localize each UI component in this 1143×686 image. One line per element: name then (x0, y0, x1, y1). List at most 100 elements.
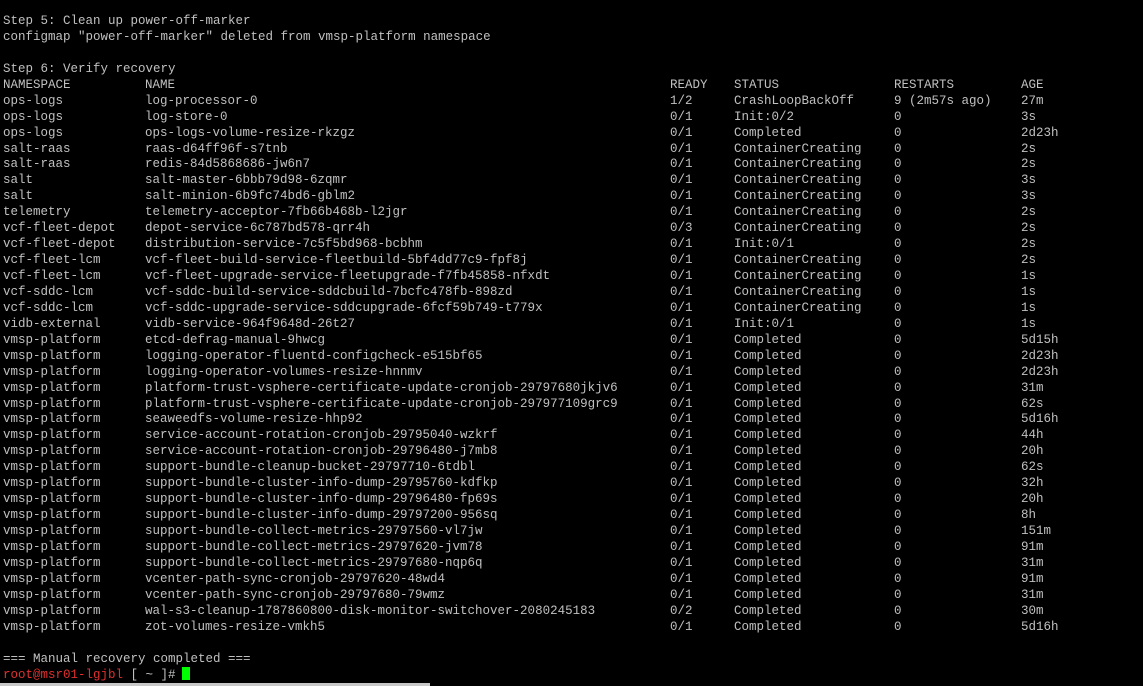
cell-namespace: vmsp-platform (3, 587, 101, 602)
cell-restarts: 9 (2m57s ago) (894, 93, 992, 108)
cell-age: 2s (1021, 237, 1037, 252)
table-row: vmsp-platform support-bundle-cluster-info… (3, 476, 1143, 492)
cell-age: 2s (1021, 205, 1037, 220)
cell-age: 2d23h (1021, 348, 1059, 363)
cell-restarts: 0 (894, 571, 902, 586)
cell-ready: 0/1 (670, 316, 693, 331)
command-output-header: Step 5: Clean up power-off-marker configm… (3, 14, 1143, 78)
table-row: vmsp-platform seaweedfs-volume-resize-hhp… (3, 412, 1143, 428)
cell-name: log-store-0 (145, 109, 228, 124)
table-row: vcf-fleet-depot distribution-service-7c5f… (3, 237, 1143, 253)
column-header-namespace: NAMESPACE (3, 77, 71, 92)
cell-namespace: vmsp-platform (3, 476, 101, 491)
shell-prompt[interactable]: root@msr01-lgjbl [ ~ ]# (3, 667, 1143, 683)
cell-status: Completed (734, 524, 802, 538)
cell-age: 27m (1021, 93, 1044, 108)
cell-restarts: 0 (894, 444, 902, 459)
terminal-window[interactable]: Step 5: Clean up power-off-marker configm… (0, 0, 1143, 686)
table-row: vcf-sddc-lcm vcf-sddc-build-service-sddcb… (3, 285, 1143, 301)
cell-ready: 0/1 (670, 284, 693, 299)
output-line: configmap "power-off-marker" deleted fro… (3, 29, 491, 44)
cell-ready: 0/1 (670, 524, 693, 538)
cell-age: 31m (1021, 587, 1044, 602)
cell-status: Completed (734, 364, 802, 379)
cell-namespace: ops-logs (3, 109, 64, 124)
cell-restarts: 0 (894, 619, 902, 634)
cell-status: Completed (734, 380, 802, 395)
cell-status: ContainerCreating (734, 141, 862, 156)
cell-status: Completed (734, 603, 802, 618)
column-header-name: NAME (145, 77, 176, 92)
cell-status: Completed (734, 476, 802, 491)
cell-status: Completed (734, 460, 802, 475)
cell-age: 91m (1021, 571, 1044, 586)
table-row: vmsp-platform zot-volumes-resize-vmkh5 0/1… (3, 620, 1143, 636)
cell-status: Completed (734, 571, 802, 586)
cell-ready: 0/1 (670, 380, 693, 395)
cell-name: distribution-service-7c5f5bd968-bcbhm (145, 237, 423, 252)
cell-restarts: 0 (894, 332, 902, 347)
cell-status: ContainerCreating (734, 300, 862, 315)
cell-namespace: vmsp-platform (3, 332, 101, 347)
cell-name: etcd-defrag-manual-9hwcg (145, 332, 326, 347)
cell-ready: 0/1 (670, 332, 693, 347)
cell-ready: 0/1 (670, 460, 693, 475)
cell-namespace: ops-logs (3, 125, 64, 140)
cell-status: Completed (734, 348, 802, 363)
column-header-age: AGE (1021, 77, 1044, 92)
cell-ready: 0/1 (670, 444, 693, 459)
table-row: vmsp-platform platform-trust-vsphere-cert… (3, 397, 1143, 413)
cell-ready: 0/3 (670, 221, 693, 236)
cell-name: wal-s3-cleanup-1787860800-disk-monitor-s… (145, 603, 596, 618)
cell-age: 31m (1021, 380, 1044, 395)
cell-status: Completed (734, 125, 802, 140)
cell-name: salt-minion-6b9fc74bd6-gblm2 (145, 189, 356, 204)
cell-ready: 0/1 (670, 205, 693, 220)
cell-status: Completed (734, 508, 802, 523)
table-row: vmsp-platform vcenter-path-sync-cronjob-2… (3, 588, 1143, 604)
cell-age: 2s (1021, 253, 1037, 268)
cell-namespace: vmsp-platform (3, 555, 101, 570)
cell-name: vcf-sddc-build-service-sddcbuild-7bcfc47… (145, 284, 513, 299)
cell-namespace: vcf-fleet-depot (3, 237, 116, 252)
cell-ready: 0/1 (670, 396, 693, 411)
cell-name: service-account-rotation-cronjob-2979504… (145, 428, 498, 443)
cell-age: 2s (1021, 141, 1037, 156)
cell-age: 151m (1021, 524, 1052, 538)
cell-name: support-bundle-collect-metrics-29797620-… (145, 539, 483, 554)
table-header-row: NAMESPACE NAME READY STATUS RESTARTS AGE (3, 78, 1143, 94)
cell-ready: 0/1 (670, 109, 693, 124)
cell-namespace: vmsp-platform (3, 348, 101, 363)
cell-ready: 0/1 (670, 364, 693, 379)
cell-namespace: vcf-fleet-depot (3, 221, 116, 236)
cell-namespace: vcf-fleet-lcm (3, 253, 101, 268)
table-row: vmsp-platform support-bundle-collect-metr… (3, 540, 1143, 556)
cell-name: depot-service-6c787bd578-qrr4h (145, 221, 371, 236)
cell-age: 3s (1021, 189, 1037, 204)
terminal-cursor[interactable] (181, 667, 190, 681)
cell-namespace: vmsp-platform (3, 603, 101, 618)
cell-age: 32h (1021, 476, 1044, 491)
cell-restarts: 0 (894, 189, 902, 204)
cell-ready: 0/1 (670, 555, 693, 570)
cell-name: support-bundle-collect-metrics-29797680-… (145, 555, 483, 570)
cell-age: 20h (1021, 444, 1044, 459)
cell-status: Completed (734, 428, 802, 443)
cell-namespace: vmsp-platform (3, 428, 101, 443)
cell-ready: 0/1 (670, 412, 693, 427)
cell-restarts: 0 (894, 364, 902, 379)
cell-ready: 0/2 (670, 603, 693, 618)
cell-name: platform-trust-vsphere-certificate-updat… (145, 380, 618, 395)
cell-age: 3s (1021, 173, 1037, 188)
cell-namespace: vmsp-platform (3, 524, 101, 538)
table-row: vmsp-platform etcd-defrag-manual-9hwcg 0/1… (3, 333, 1143, 349)
table-row: vmsp-platform service-account-rotation-cr… (3, 428, 1143, 444)
cell-age: 5d16h (1021, 412, 1059, 427)
table-row: vmsp-platform wal-s3-cleanup-1787860800-d… (3, 604, 1143, 620)
cell-restarts: 0 (894, 141, 902, 156)
cell-status: CrashLoopBackOff (734, 93, 855, 108)
column-header-ready: READY (670, 77, 708, 92)
cell-name: support-bundle-collect-metrics-29797560-… (145, 524, 483, 538)
cell-restarts: 0 (894, 316, 902, 331)
table-row: vmsp-platform vcenter-path-sync-cronjob-2… (3, 572, 1143, 588)
